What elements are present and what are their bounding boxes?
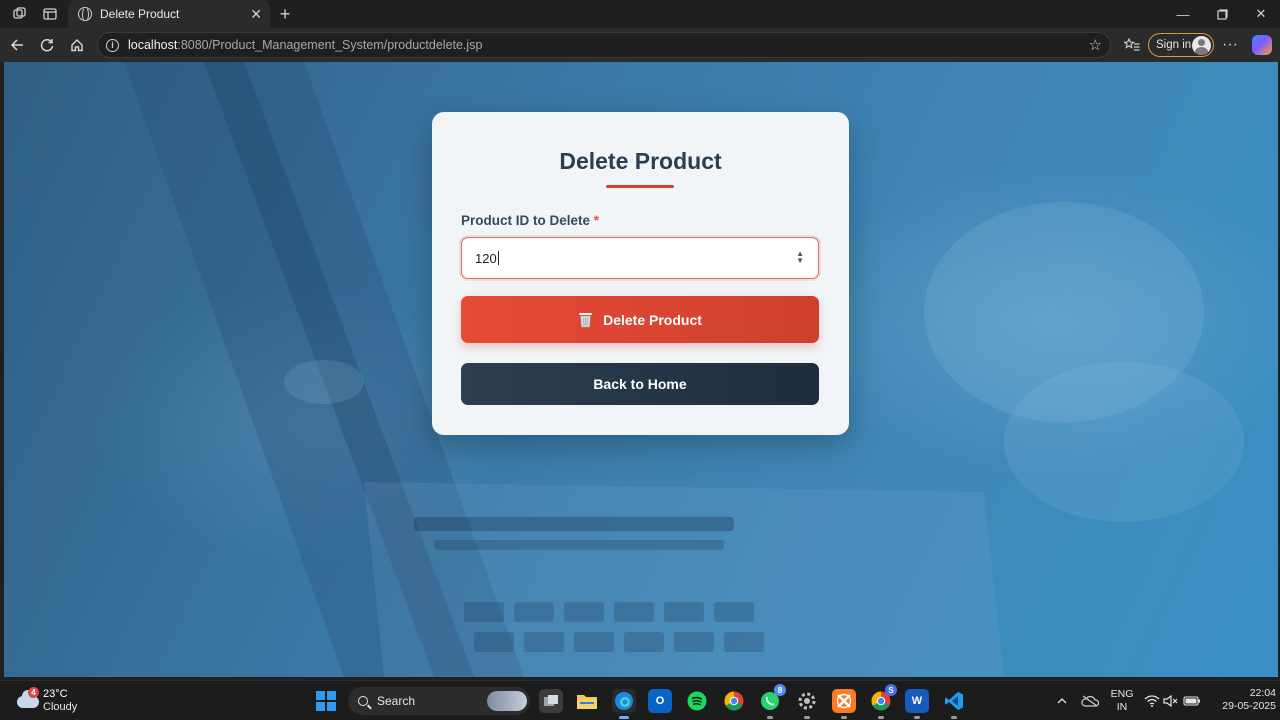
chrome-profile-badge: S <box>885 684 897 696</box>
delete-button-label: Delete Product <box>603 311 702 328</box>
tab-bar: Delete Product ✕ + — ✕ <box>0 0 1280 28</box>
battery-icon[interactable] <box>1182 681 1202 720</box>
more-icon[interactable]: ··· <box>1220 33 1240 57</box>
favorite-star-icon[interactable]: ☆ <box>1089 36 1102 54</box>
xampp-icon[interactable] <box>832 689 856 719</box>
chevron-up-icon[interactable] <box>1054 681 1070 720</box>
taskbar-search[interactable]: Search <box>348 687 530 715</box>
maximize-icon[interactable] <box>1203 0 1241 28</box>
whatsapp-badge: 8 <box>774 684 786 696</box>
url-path: :8080/Product_Management_System/productd… <box>177 38 483 52</box>
close-icon[interactable]: ✕ <box>250 6 262 23</box>
favorites-icon[interactable] <box>1122 35 1142 55</box>
address-toolbar: i localhost:8080/Product_Management_Syst… <box>0 28 1280 62</box>
product-id-input[interactable]: 120 ▲ ▼ <box>461 237 819 279</box>
back-to-home-button[interactable]: Back to Home <box>461 363 819 405</box>
spotify-icon[interactable] <box>685 689 709 713</box>
delete-product-card: Delete Product Product ID to Delete * 12… <box>432 112 849 435</box>
title-underline <box>606 185 674 188</box>
text-caret <box>497 251 499 265</box>
chrome-icon[interactable] <box>722 689 746 713</box>
language-indicator[interactable]: ENG IN <box>1109 688 1135 714</box>
delete-product-button[interactable]: Delete Product <box>461 296 819 343</box>
new-tab-icon[interactable]: + <box>274 0 296 28</box>
page-viewport: Delete Product Product ID to Delete * 12… <box>4 62 1278 677</box>
edge-icon[interactable] <box>612 689 636 719</box>
product-id-label: Product ID to Delete * <box>461 213 599 228</box>
product-id-value: 120 <box>475 250 497 266</box>
lang-line1: ENG <box>1110 688 1134 700</box>
avatar-icon <box>1192 36 1211 55</box>
vscode-icon[interactable] <box>942 689 966 719</box>
weather-widget[interactable]: 4 23°C Cloudy <box>14 687 104 715</box>
clock-date: 29-05-2025 <box>1222 700 1276 712</box>
home-icon[interactable] <box>62 28 92 62</box>
outlook-icon[interactable]: O <box>648 689 672 713</box>
onedrive-icon[interactable] <box>1080 681 1100 720</box>
tab-title: Delete Product <box>100 7 180 21</box>
product-id-label-text: Product ID to Delete <box>461 213 591 228</box>
weather-condition: Cloudy <box>43 701 78 713</box>
page-title: Delete Product <box>559 148 722 174</box>
file-explorer-icon[interactable] <box>575 689 599 713</box>
wifi-icon[interactable] <box>1143 681 1161 720</box>
search-label: Search <box>377 694 416 708</box>
word-icon[interactable]: W <box>905 689 929 719</box>
whatsapp-icon[interactable]: 8 <box>758 684 786 719</box>
task-view-icon[interactable] <box>539 689 563 713</box>
globe-icon <box>78 7 92 22</box>
weather-badge: 4 <box>28 687 39 698</box>
back-icon[interactable] <box>2 28 32 62</box>
windows-start-icon[interactable] <box>316 691 336 711</box>
tab-actions-icon[interactable] <box>34 0 66 28</box>
home-button-label: Back to Home <box>593 376 687 392</box>
cloud-icon <box>17 690 39 708</box>
required-mark: * <box>593 213 600 228</box>
trash-icon <box>578 311 593 328</box>
refresh-icon[interactable] <box>32 28 62 62</box>
temperature: 23°C <box>43 688 68 700</box>
workspaces-icon[interactable] <box>4 0 36 28</box>
clock-time: 22:04 <box>1249 687 1276 699</box>
copilot-icon[interactable] <box>1252 35 1272 55</box>
window-close-icon[interactable]: ✕ <box>1242 0 1280 28</box>
system-clock[interactable]: 22:04 29-05-2025 <box>1204 687 1276 713</box>
spinner-icon[interactable]: ▲ ▼ <box>796 250 804 265</box>
search-highlight-icon <box>487 691 527 711</box>
volume-muted-icon[interactable] <box>1162 681 1180 720</box>
settings-gear-icon[interactable] <box>795 689 819 719</box>
chrome-profile-icon[interactable]: S <box>869 684 897 719</box>
url-field[interactable]: i localhost:8080/Product_Management_Syst… <box>97 32 1111 58</box>
lang-line2: IN <box>1116 701 1128 713</box>
active-tab[interactable]: Delete Product ✕ <box>68 0 270 28</box>
signin-label: Sign in <box>1156 39 1192 51</box>
info-icon[interactable]: i <box>106 38 119 52</box>
search-icon <box>358 696 368 706</box>
url-host: localhost <box>128 38 178 52</box>
signin-button[interactable]: Sign in <box>1148 33 1214 57</box>
minimize-icon[interactable]: — <box>1164 0 1202 28</box>
taskbar: 4 23°C Cloudy Search O 8 S W ENG IN 22:0… <box>0 680 1280 720</box>
